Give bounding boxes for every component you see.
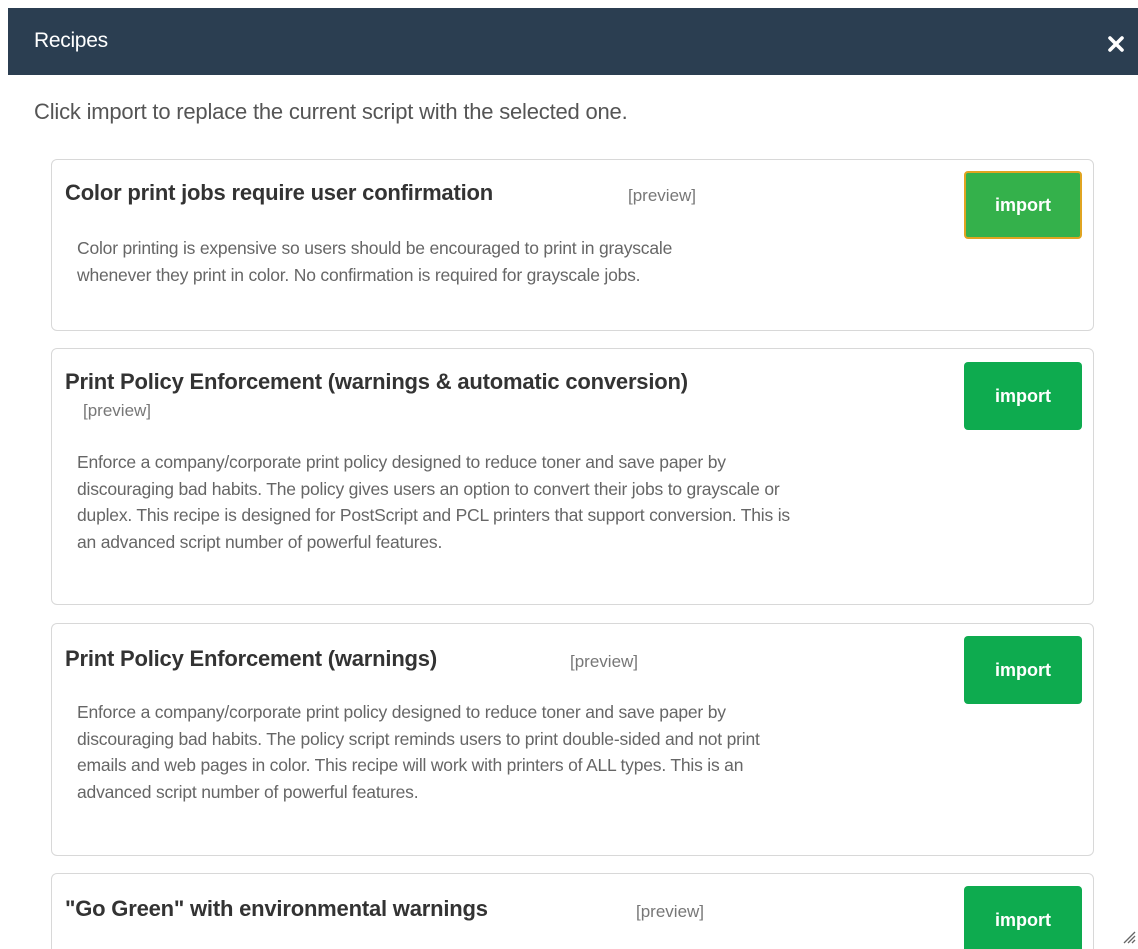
preview-link[interactable]: [preview]	[636, 902, 704, 922]
description-line: advanced script number of powerful featu…	[77, 781, 419, 802]
dialog-titlebar[interactable]: Recipes	[8, 8, 1138, 75]
import-button[interactable]: import	[964, 362, 1082, 430]
recipe-description: Color printing is expensive so users sho…	[77, 235, 1067, 288]
recipe-title: "Go Green" with environmental warnings	[65, 896, 488, 921]
import-button[interactable]: import	[964, 171, 1082, 239]
description-line: Enforce a company/corporate print policy…	[77, 452, 726, 472]
preview-link[interactable]: [preview]	[570, 652, 638, 672]
recipe-card: Print Policy Enforcement (warnings & aut…	[51, 348, 1094, 605]
close-icon[interactable]	[1107, 35, 1125, 53]
recipe-title: Print Policy Enforcement (warnings & aut…	[65, 369, 688, 394]
description-line: whenever they print in color. No confirm…	[77, 264, 641, 285]
preview-link[interactable]: [preview]	[628, 186, 696, 206]
intro-text: Click import to replace the current scri…	[34, 99, 628, 124]
import-button[interactable]: import	[964, 636, 1082, 704]
description-line: emails and web pages in color. This reci…	[77, 755, 744, 775]
recipes-dialog: Recipes Click import to replace the curr…	[0, 0, 1138, 949]
description-line: an advanced script number of powerful fe…	[77, 531, 443, 552]
description-line: discouraging bad habits. The policy scri…	[77, 728, 760, 749]
recipe-card: Color print jobs require user confirmati…	[51, 159, 1094, 331]
description-line: duplex. This recipe is designed for Post…	[77, 505, 790, 525]
description-line: Enforce a company/corporate print policy…	[77, 702, 726, 722]
dialog-title: Recipes	[34, 29, 108, 52]
recipe-description: Enforce a company/corporate print policy…	[77, 449, 1067, 555]
recipe-title: Color print jobs require user confirmati…	[65, 180, 493, 205]
description-line: discouraging bad habits. The policy give…	[77, 478, 780, 499]
preview-link[interactable]: [preview]	[83, 401, 151, 421]
recipe-description: Enforce a company/corporate print policy…	[77, 699, 1067, 805]
description-line: Color printing is expensive so users sho…	[77, 238, 673, 258]
recipe-card: "Go Green" with environmental warnings […	[51, 873, 1094, 949]
import-button[interactable]: import	[964, 886, 1082, 949]
recipe-card: Print Policy Enforcement (warnings) [pre…	[51, 623, 1094, 856]
resize-grip-icon[interactable]	[1122, 930, 1136, 944]
recipe-title: Print Policy Enforcement (warnings)	[65, 646, 437, 671]
